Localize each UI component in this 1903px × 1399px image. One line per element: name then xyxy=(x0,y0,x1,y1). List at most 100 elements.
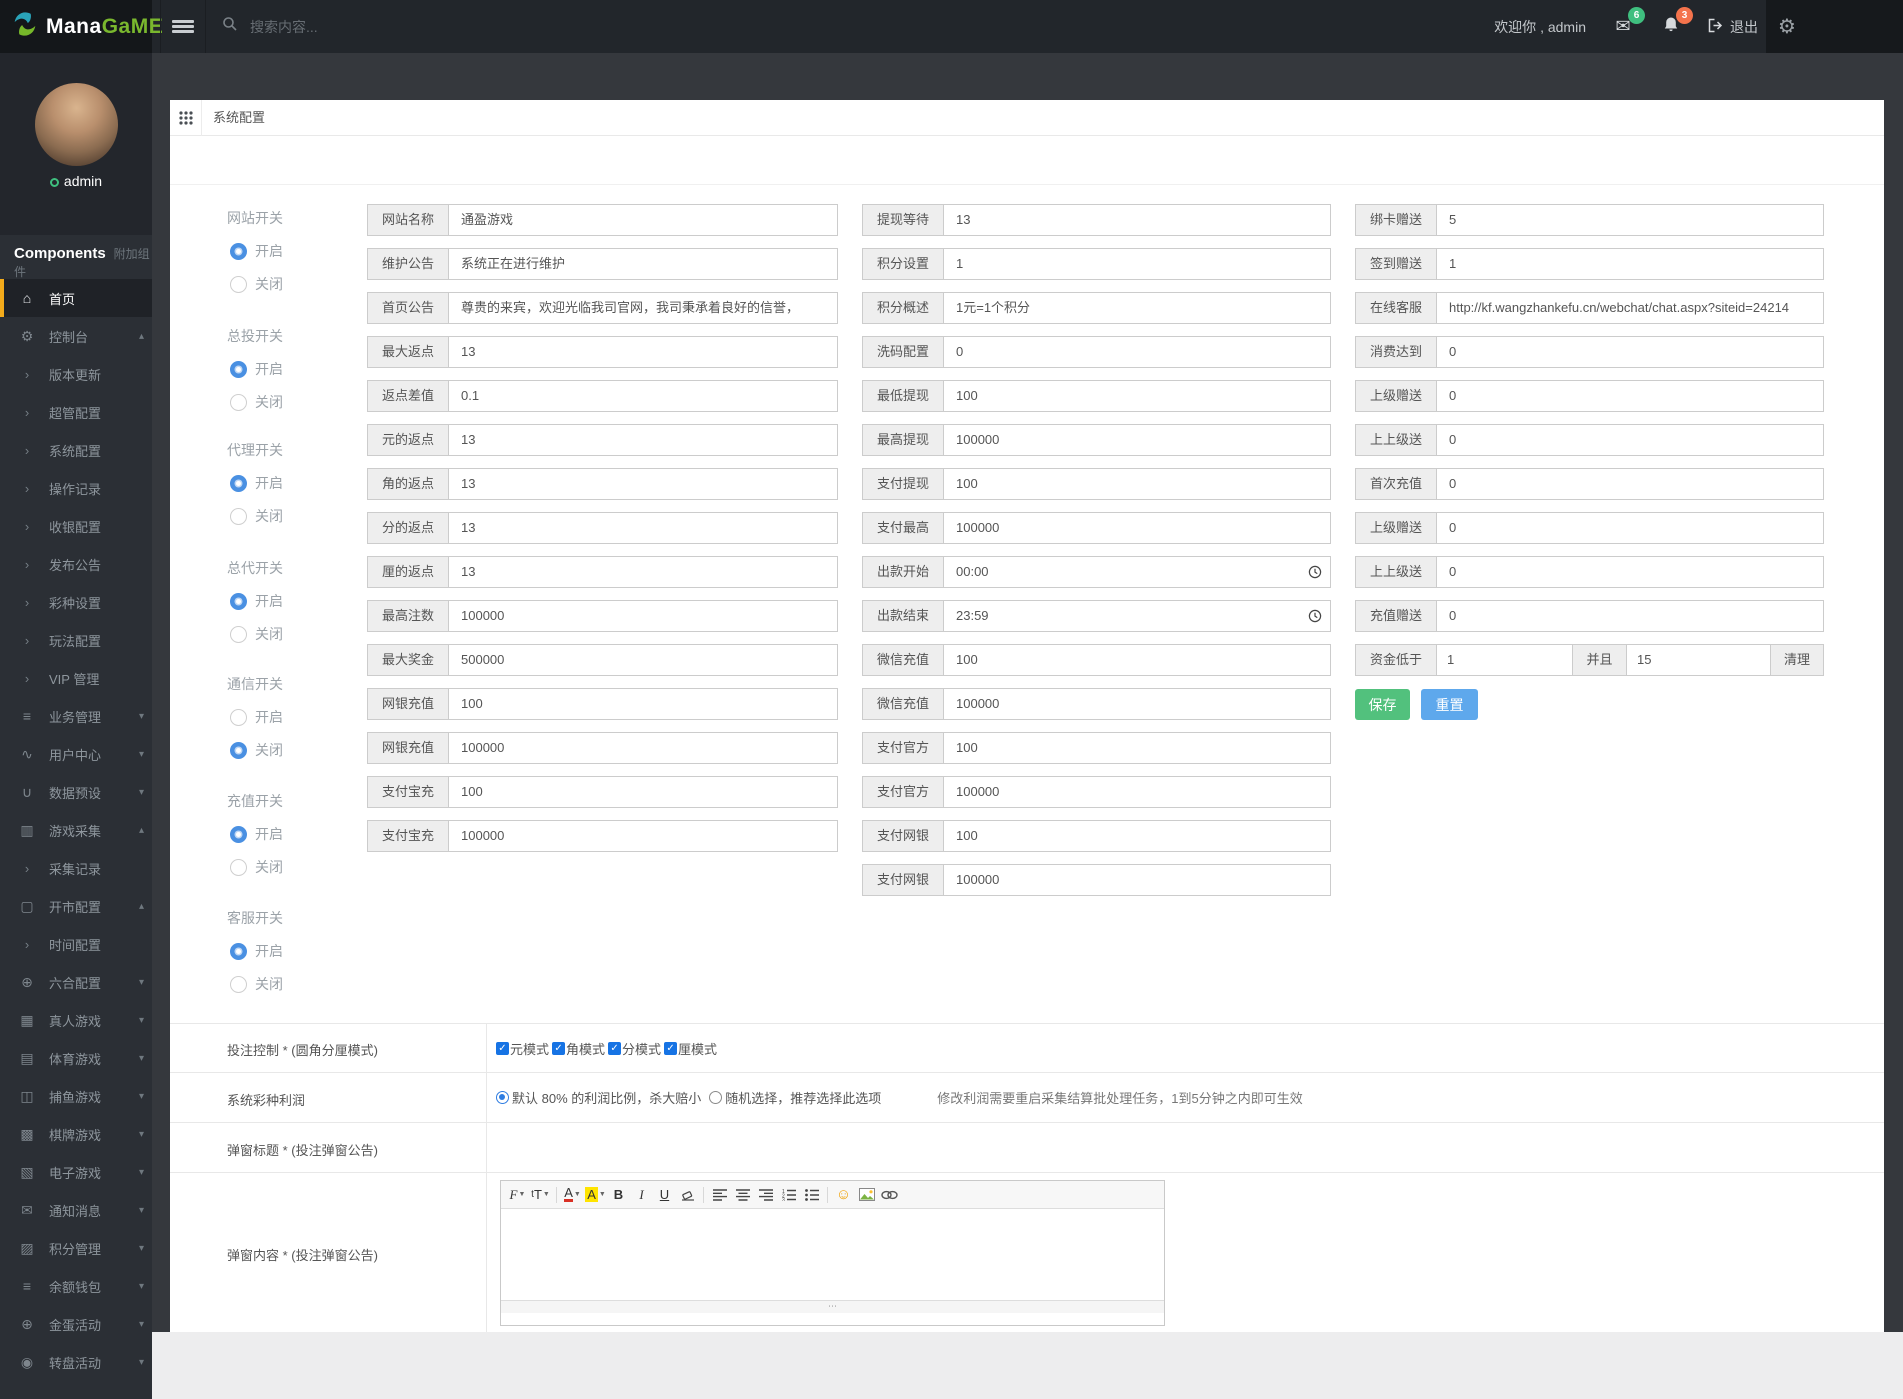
sidebar-item-收银配置[interactable]: › 收银配置 xyxy=(0,507,152,545)
radio-option-开启[interactable]: 开启 xyxy=(230,941,283,961)
notifications-button[interactable]: 3 xyxy=(1660,6,1693,38)
radio-selected-icon[interactable] xyxy=(230,242,247,260)
grid-icon[interactable] xyxy=(179,111,193,130)
underline-icon[interactable]: U xyxy=(653,1184,676,1206)
image-icon[interactable] xyxy=(855,1184,878,1206)
field-input[interactable]: 0 xyxy=(944,336,1331,368)
field-input[interactable]: 0 xyxy=(1437,556,1824,588)
field-input[interactable]: 100000 xyxy=(944,776,1331,808)
field-input[interactable]: http://kf.wangzhankefu.cn/webchat/chat.a… xyxy=(1437,292,1824,324)
field-input[interactable]: 100 xyxy=(449,776,838,808)
radio-icon[interactable] xyxy=(230,858,247,876)
bet-mode-分模式[interactable]: ✓ 分模式 xyxy=(608,1039,661,1058)
sidebar-toggle-button[interactable] xyxy=(160,0,206,53)
bold-icon[interactable]: B xyxy=(607,1184,630,1206)
field-input[interactable]: 100000 xyxy=(449,820,838,852)
sidebar-item-玩法配置[interactable]: › 玩法配置 xyxy=(0,621,152,659)
sidebar-item-六合配置[interactable]: ⊕ 六合配置 ▾ xyxy=(0,963,152,1001)
align-center-icon[interactable] xyxy=(731,1184,754,1206)
sidebar-item-发布公告[interactable]: › 发布公告 xyxy=(0,545,152,583)
bet-mode-元模式[interactable]: ✓ 元模式 xyxy=(496,1039,549,1058)
sidebar-item-VIP 管理[interactable]: › VIP 管理 xyxy=(0,659,152,697)
radio-icon[interactable] xyxy=(230,625,247,643)
sidebar-item-版本更新[interactable]: › 版本更新 xyxy=(0,355,152,393)
sidebar-item-棋牌游戏[interactable]: ▩ 棋牌游戏 ▾ xyxy=(0,1115,152,1153)
radio-option-开启[interactable]: 开启 xyxy=(230,241,283,261)
field-input[interactable]: 1 xyxy=(1437,248,1824,280)
sidebar-item-金蛋活动[interactable]: ⊕ 金蛋活动 ▾ xyxy=(0,1305,152,1343)
radio-option-开启[interactable]: 开启 xyxy=(230,824,283,844)
field-input[interactable]: 100 xyxy=(944,468,1331,500)
emoji-icon[interactable]: ☺ xyxy=(832,1184,855,1206)
sidebar-item-真人游戏[interactable]: ▦ 真人游戏 ▾ xyxy=(0,1001,152,1039)
link-icon[interactable] xyxy=(878,1184,901,1206)
messages-button[interactable]: ✉ 6 xyxy=(1612,6,1645,38)
field-input[interactable]: 100000 xyxy=(944,512,1331,544)
sidebar-item-开市配置[interactable]: ▢ 开市配置 ▴ xyxy=(0,887,152,925)
radio-selected-icon[interactable] xyxy=(230,360,247,378)
save-button[interactable]: 保存 xyxy=(1355,689,1410,720)
font-size-icon[interactable]: t T ▼ xyxy=(529,1184,552,1206)
editor-textarea[interactable] xyxy=(501,1209,1164,1300)
sidebar-item-业务管理[interactable]: ≡ 业务管理 ▾ xyxy=(0,697,152,735)
align-left-icon[interactable] xyxy=(708,1184,731,1206)
avatar[interactable] xyxy=(35,83,118,166)
profit-random-radio[interactable] xyxy=(709,1091,723,1104)
radio-option-关闭[interactable]: 关闭 xyxy=(230,624,283,644)
sidebar-item-用户中心[interactable]: ∿ 用户中心 ▾ xyxy=(0,735,152,773)
radio-selected-icon[interactable] xyxy=(230,741,247,759)
sidebar-item-体育游戏[interactable]: ▤ 体育游戏 ▾ xyxy=(0,1039,152,1077)
profit-default-radio[interactable] xyxy=(496,1091,509,1104)
field-input[interactable]: 通盈游戏 xyxy=(449,204,838,236)
field-input[interactable]: 100 xyxy=(944,644,1331,676)
field-input[interactable]: 13 xyxy=(449,336,838,368)
field-input[interactable]: 1元=1个积分 xyxy=(944,292,1331,324)
field-input[interactable]: 0.1 xyxy=(449,380,838,412)
sidebar-item-数据预设[interactable]: ∪ 数据预设 ▾ xyxy=(0,773,152,811)
field-input[interactable]: 系统正在进行维护 xyxy=(449,248,838,280)
checkbox-checked-icon[interactable]: ✓ xyxy=(496,1042,509,1055)
align-right-icon[interactable] xyxy=(754,1184,777,1206)
bet-mode-厘模式[interactable]: ✓ 厘模式 xyxy=(664,1039,717,1058)
field-input[interactable]: 13 xyxy=(449,424,838,456)
field-input[interactable]: 0 xyxy=(1437,600,1824,632)
sidebar-item-游戏采集[interactable]: ▥ 游戏采集 ▴ xyxy=(0,811,152,849)
radio-option-关闭[interactable]: 关闭 xyxy=(230,274,283,294)
radio-icon[interactable] xyxy=(230,275,247,293)
field-input[interactable]: 100000 xyxy=(449,600,838,632)
funds-value1-input[interactable]: 1 xyxy=(1437,644,1573,676)
checkbox-checked-icon[interactable]: ✓ xyxy=(552,1042,566,1055)
field-input[interactable]: 13 xyxy=(944,204,1331,236)
sidebar-item-捕鱼游戏[interactable]: ◫ 捕鱼游戏 ▾ xyxy=(0,1077,152,1115)
field-input[interactable]: 100000 xyxy=(449,732,838,764)
sidebar-item-操作记录[interactable]: › 操作记录 xyxy=(0,469,152,507)
italic-icon[interactable]: I xyxy=(630,1184,653,1206)
radio-option-开启[interactable]: 开启 xyxy=(230,359,283,379)
checkbox-checked-icon[interactable]: ✓ xyxy=(608,1042,622,1055)
field-input[interactable]: 100 xyxy=(944,732,1331,764)
bet-mode-角模式[interactable]: ✓ 角模式 xyxy=(552,1039,605,1058)
field-input[interactable]: 13 xyxy=(449,468,838,500)
sidebar-item-系统配置[interactable]: › 系统配置 xyxy=(0,431,152,469)
field-input[interactable]: 0 xyxy=(1437,336,1824,368)
checkbox-checked-icon[interactable]: ✓ xyxy=(664,1042,678,1055)
field-input[interactable]: 23:59 xyxy=(944,600,1331,632)
unordered-list-icon[interactable] xyxy=(800,1184,823,1206)
radio-option-开启[interactable]: 开启 xyxy=(230,473,283,493)
field-input[interactable]: 13 xyxy=(449,512,838,544)
radio-selected-icon[interactable] xyxy=(230,942,247,960)
font-color-icon[interactable]: A ▼ xyxy=(561,1184,584,1206)
field-input[interactable]: 0 xyxy=(1437,512,1824,544)
radio-icon[interactable] xyxy=(230,393,247,411)
field-input[interactable]: 500000 xyxy=(449,644,838,676)
radio-icon[interactable] xyxy=(230,507,247,525)
sidebar-item-积分管理[interactable]: ▨ 积分管理 ▾ xyxy=(0,1229,152,1267)
field-input[interactable]: 100000 xyxy=(944,424,1331,456)
sidebar-item-彩种设置[interactable]: › 彩种设置 xyxy=(0,583,152,621)
field-input[interactable]: 13 xyxy=(449,556,838,588)
radio-icon[interactable] xyxy=(230,708,247,726)
sidebar-item-采集记录[interactable]: › 采集记录 xyxy=(0,849,152,887)
remove-format-icon[interactable] xyxy=(676,1184,699,1206)
funds-clear-button[interactable]: 清理 xyxy=(1771,644,1824,676)
field-input[interactable]: 00:00 xyxy=(944,556,1331,588)
